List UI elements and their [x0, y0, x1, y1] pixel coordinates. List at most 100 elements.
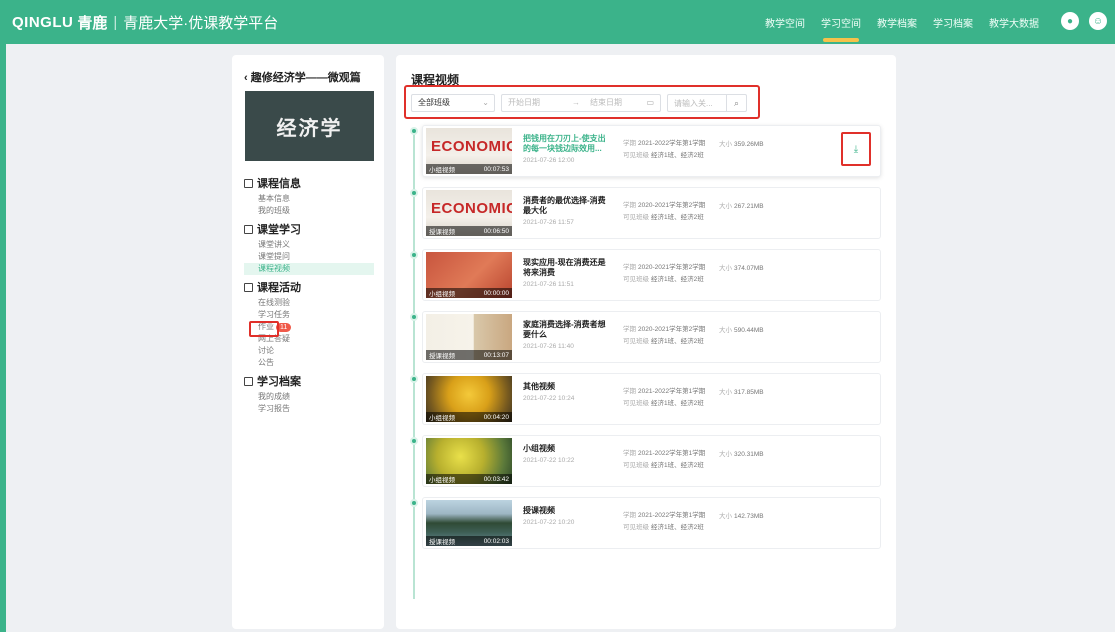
- video-size-value: 374.07MB: [734, 265, 764, 272]
- term-key: 学期: [623, 140, 636, 147]
- sidebar-item-handouts[interactable]: 课堂讲义: [244, 239, 374, 251]
- video-size: 大小 317.85MB: [719, 386, 764, 396]
- sidebar-item-report[interactable]: 学习报告: [244, 403, 374, 415]
- megaphone-icon: [244, 282, 253, 292]
- video-title[interactable]: 把钱用在刀刃上-使支出的每一块钱边际效用...: [523, 134, 609, 154]
- video-thumbnail[interactable]: 小组视频 00:04:20: [426, 376, 512, 422]
- site-title: 青鹿大学·优课教学平台: [123, 15, 279, 32]
- video-thumbnail[interactable]: ECONOMICS 授课视频 00:06:50: [426, 190, 512, 236]
- video-classes: 经济1班、经济2班: [651, 276, 704, 283]
- thumb-caption-bar: 授课视频 00:06:50: [426, 226, 512, 236]
- timeline-dot: [410, 127, 418, 135]
- video-card[interactable]: 授课视频 00:02:03 授课视频 2021-07-22 10:20 学期 2021-2…: [422, 497, 881, 549]
- video-thumbnail[interactable]: 小组视频 00:00:00: [426, 252, 512, 298]
- sidebar-menu: 课程信息 基本信息 我的班级 课堂学习 课堂讲义 课堂提问 课程视频 课程活动 …: [244, 175, 374, 415]
- video-size: 大小 267.21MB: [719, 200, 764, 210]
- video-size-value: 267.21MB: [734, 203, 764, 210]
- video-title[interactable]: 消费者的最优选择-消费最大化: [523, 196, 609, 216]
- video-classes: 经济1班、经济2班: [651, 152, 704, 159]
- chat-icon[interactable]: ●: [1061, 12, 1079, 30]
- video-info: 家庭消费选择-消费者想要什么 2021-07-26 11:40: [523, 320, 609, 350]
- video-duration: 00:03:42: [483, 475, 509, 483]
- sidebar-item-tasks[interactable]: 学习任务: [244, 309, 374, 321]
- video-term: 2020-2021学年第2学期: [638, 264, 706, 271]
- nav-learning-space[interactable]: 学习空间: [813, 0, 869, 44]
- sidebar-item-questions[interactable]: 课堂提问: [244, 251, 374, 263]
- video-tag: 小组视频: [429, 167, 455, 174]
- term-key: 学期: [623, 512, 636, 519]
- video-tag: 授课视频: [429, 229, 455, 236]
- brand-cn: 青鹿: [77, 15, 108, 32]
- brand-divider: |: [113, 14, 118, 31]
- top-icons: ● ☺: [1061, 12, 1107, 30]
- video-tag: 小组视频: [429, 415, 455, 422]
- video-classes: 经济1班、经济2班: [651, 462, 704, 469]
- sidebar-item-my-grades[interactable]: 我的成绩: [244, 391, 374, 403]
- video-size: 大小 359.26MB: [719, 138, 764, 148]
- sidebar-item-online-test[interactable]: 在线测验: [244, 297, 374, 309]
- visible-key: 可见班级: [623, 524, 649, 531]
- video-panel: 课程视频 全部班级⌄ 开始日期 → 结束日期 ▭ ⌕ ECONOMICS小组视频…: [396, 55, 896, 629]
- video-duration: 00:00:00: [483, 289, 509, 297]
- video-classes: 经济1班、经济2班: [651, 338, 704, 345]
- video-card[interactable]: 授课视频 00:13:07 家庭消费选择-消费者想要什么 2021-07-26 11:…: [422, 311, 881, 363]
- sidebar-item-my-class[interactable]: 我的班级: [244, 205, 374, 217]
- video-card[interactable]: ECONOMICS 小组视频 00:07:53 把钱用在刀刃上-使支出的每一块钱边际效…: [422, 125, 881, 177]
- video-date: 2021-07-26 12:00: [523, 157, 575, 164]
- sidebar-item-course-video[interactable]: 课程视频: [244, 263, 374, 275]
- nav-teaching-archive[interactable]: 教学档案: [869, 0, 925, 44]
- sidebar-item-discussion[interactable]: 讨论: [244, 345, 374, 357]
- video-thumbnail[interactable]: 小组视频 00:03:42: [426, 438, 512, 484]
- video-card[interactable]: ECONOMICS 授课视频 00:06:50 消费者的最优选择-消费最大化 2021-…: [422, 187, 881, 239]
- size-key: 大小: [719, 327, 732, 334]
- section-title: 课程信息: [257, 178, 301, 190]
- nav-teaching-space[interactable]: 教学空间: [757, 0, 813, 44]
- brand-en: QINGLU: [12, 14, 74, 31]
- video-tag: 小组视频: [429, 291, 455, 298]
- video-tag: 授课视频: [429, 353, 455, 360]
- video-info: 小组视频 2021-07-22 10:22: [523, 444, 609, 464]
- video-date: 2021-07-26 11:40: [523, 343, 574, 350]
- term-key: 学期: [623, 450, 636, 457]
- timeline-dot: [410, 375, 418, 383]
- user-avatar-icon[interactable]: ☺: [1089, 12, 1107, 30]
- video-term: 2021-2022学年第1学期: [638, 388, 706, 395]
- video-thumbnail[interactable]: 授课视频 00:13:07: [426, 314, 512, 360]
- timeline-dot: [410, 251, 418, 259]
- thumb-caption-bar: 小组视频 00:00:00: [426, 288, 512, 298]
- course-sidebar: ‹ 趣修经济学——微观篇 经济学 课程信息 基本信息 我的班级 课堂学习 课堂讲…: [232, 55, 384, 629]
- video-classes: 经济1班、经济2班: [651, 400, 704, 407]
- video-card[interactable]: 小组视频 00:03:42 小组视频 2021-07-22 10:22 学期 2021-2…: [422, 435, 881, 487]
- video-title[interactable]: 小组视频: [523, 444, 609, 454]
- video-card[interactable]: 小组视频 00:04:20 其他视频 2021-07-22 10:24 学期 2021-2…: [422, 373, 881, 425]
- course-back-link[interactable]: ‹ 趣修经济学——微观篇: [244, 69, 361, 85]
- video-thumbnail[interactable]: 授课视频 00:02:03: [426, 500, 512, 546]
- video-thumbnail[interactable]: ECONOMICS 小组视频 00:07:53: [426, 128, 512, 174]
- video-title[interactable]: 授课视频: [523, 506, 609, 516]
- video-title[interactable]: 家庭消费选择-消费者想要什么: [523, 320, 609, 340]
- video-card[interactable]: 小组视频 00:00:00 现实应用-现在消费还是将来消费 2021-07-26 11…: [422, 249, 881, 301]
- download-icon[interactable]: ⤓: [841, 132, 871, 166]
- video-info: 授课视频 2021-07-22 10:20: [523, 506, 609, 526]
- term-key: 学期: [623, 202, 636, 209]
- video-date: 2021-07-26 11:51: [523, 281, 574, 288]
- video-date: 2021-07-22 10:24: [523, 395, 575, 402]
- video-size-value: 317.85MB: [734, 389, 764, 396]
- video-meta: 学期 2021-2022学年第1学期 可见班级 经济1班、经济2班: [623, 386, 705, 410]
- sidebar-item-basic-info[interactable]: 基本信息: [244, 193, 374, 205]
- video-tag: 授课视频: [429, 539, 455, 546]
- nav-learning-archive[interactable]: 学习档案: [925, 0, 981, 44]
- timeline-dot: [410, 313, 418, 321]
- video-title[interactable]: 现实应用-现在消费还是将来消费: [523, 258, 609, 278]
- video-tag: 小组视频: [429, 477, 455, 484]
- video-size-value: 359.26MB: [734, 141, 764, 148]
- sidebar-item-announcement[interactable]: 公告: [244, 357, 374, 369]
- video-title[interactable]: 其他视频: [523, 382, 609, 392]
- term-key: 学期: [623, 264, 636, 271]
- video-duration: 00:04:20: [483, 413, 509, 421]
- brand-logo[interactable]: QINGLU 青鹿 | 青鹿大学·优课教学平台: [12, 12, 278, 33]
- left-accent-strip: [0, 44, 6, 632]
- size-key: 大小: [719, 265, 732, 272]
- video-meta: 学期 2020-2021学年第2学期 可见班级 经济1班、经济2班: [623, 200, 705, 224]
- nav-teaching-bigdata[interactable]: 教学大数据: [981, 0, 1047, 44]
